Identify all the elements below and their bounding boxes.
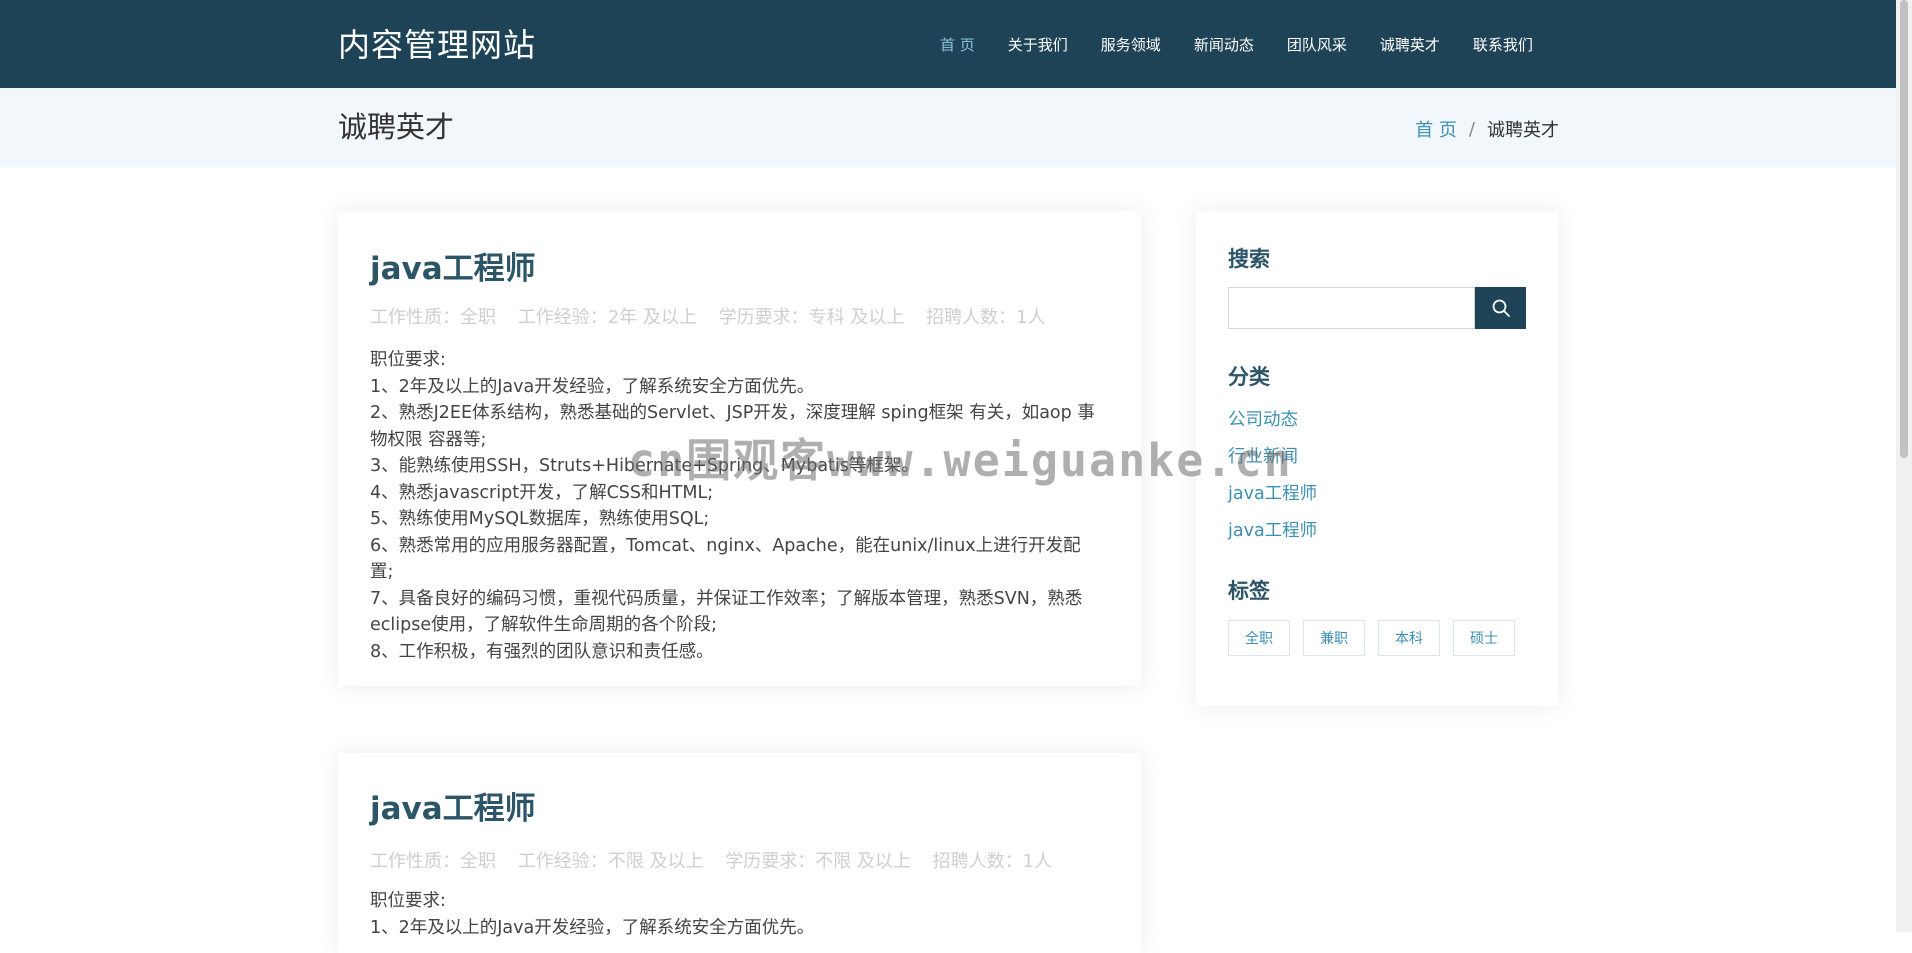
requirement-line: 6、熟悉常用的应用服务器配置，Tomcat、nginx、Apache，能在uni… (370, 535, 1081, 583)
tag-parttime[interactable]: 兼职 (1303, 620, 1365, 656)
job-headcount: 招聘人数：1人 (932, 851, 1053, 872)
category-link[interactable]: java工程师 (1228, 517, 1317, 542)
job-card: java工程师 工作性质：全职 工作经验：不限 及以上 学历要求：不限 及以上 … (338, 753, 1141, 953)
breadcrumb: 首 页 / 诚聘英才 (1415, 116, 1559, 142)
search-button[interactable] (1475, 287, 1526, 329)
page-scrollbar[interactable] (1896, 0, 1912, 932)
job-title[interactable]: java工程师 (370, 243, 536, 288)
job-type: 工作性质：全职 (370, 307, 496, 328)
nav-item-team[interactable]: 团队风采 (1287, 34, 1347, 55)
breadcrumb-home-link[interactable]: 首 页 (1415, 116, 1457, 142)
requirement-line: 1、2年及以上的Java开发经验，了解系统安全方面优先。 (370, 376, 815, 397)
job-requirements: 职位要求: 1、2年及以上的Java开发经验，了解系统安全方面优先。 2、熟悉J… (370, 347, 1100, 665)
job-education: 学历要求：不限 及以上 (725, 851, 911, 872)
nav-item-careers[interactable]: 诚聘英才 (1380, 34, 1440, 55)
requirement-line: 1、2年及以上的Java开发经验，了解系统安全方面优先。 (370, 917, 815, 938)
top-navbar: 内容管理网站 首 页 关于我们 服务领域 新闻动态 团队风采 诚聘英才 联系我们 (0, 0, 1896, 88)
nav-item-contact[interactable]: 联系我们 (1473, 34, 1533, 55)
nav-item-news[interactable]: 新闻动态 (1194, 34, 1254, 55)
tag-master[interactable]: 硕士 (1453, 620, 1515, 656)
tags-heading: 标签 (1228, 579, 1270, 603)
job-experience: 工作经验：2年 及以上 (517, 307, 697, 328)
tag-list: 全职 兼职 本科 硕士 (1228, 620, 1528, 656)
requirement-line: 7、具备良好的编码习惯，重视代码质量，并保证工作效率；了解版本管理，熟悉SVN，… (370, 588, 1083, 636)
breadcrumb-separator: / (1468, 118, 1475, 140)
scrollbar-thumb[interactable] (1900, 0, 1908, 458)
tag-bachelor[interactable]: 本科 (1378, 620, 1440, 656)
job-requirements: 职位要求: 1、2年及以上的Java开发经验，了解系统安全方面优先。 (370, 888, 1100, 941)
search-icon (1492, 299, 1510, 317)
job-education: 学历要求：专科 及以上 (718, 307, 905, 328)
requirement-line: 职位要求: (370, 891, 446, 911)
job-headcount: 招聘人数：1人 (926, 307, 1046, 328)
search-heading: 搜索 (1228, 247, 1270, 271)
job-title[interactable]: java工程师 (370, 783, 536, 828)
site-logo[interactable]: 内容管理网站 (338, 20, 536, 66)
requirement-line: 5、熟练使用MySQL数据库，熟练使用SQL; (370, 509, 710, 529)
watermark-text: cn围观客www.weiguanke.cn (628, 434, 1293, 487)
tag-fulltime[interactable]: 全职 (1228, 620, 1290, 656)
job-type: 工作性质：全职 (370, 851, 496, 872)
requirement-line: 8、工作积极，有强烈的团队意识和责任感。 (370, 641, 714, 662)
category-heading: 分类 (1228, 365, 1270, 389)
job-meta: 工作性质：全职 工作经验：2年 及以上 学历要求：专科 及以上 招聘人数：1人 (370, 303, 1062, 329)
job-experience: 工作经验：不限 及以上 (517, 851, 704, 872)
search-input[interactable] (1228, 287, 1475, 329)
job-meta: 工作性质：全职 工作经验：不限 及以上 学历要求：不限 及以上 招聘人数：1人 (370, 847, 1068, 873)
breadcrumb-bar (0, 88, 1896, 167)
nav-item-about[interactable]: 关于我们 (1008, 34, 1068, 55)
breadcrumb-current: 诚聘英才 (1487, 120, 1559, 141)
nav-item-home[interactable]: 首 页 (940, 34, 975, 55)
nav-item-services[interactable]: 服务领域 (1101, 34, 1161, 55)
page-title: 诚聘英才 (338, 110, 455, 144)
main-nav: 首 页 关于我们 服务领域 新闻动态 团队风采 诚聘英才 联系我们 (940, 34, 1566, 55)
requirement-line: 职位要求: (370, 350, 446, 370)
